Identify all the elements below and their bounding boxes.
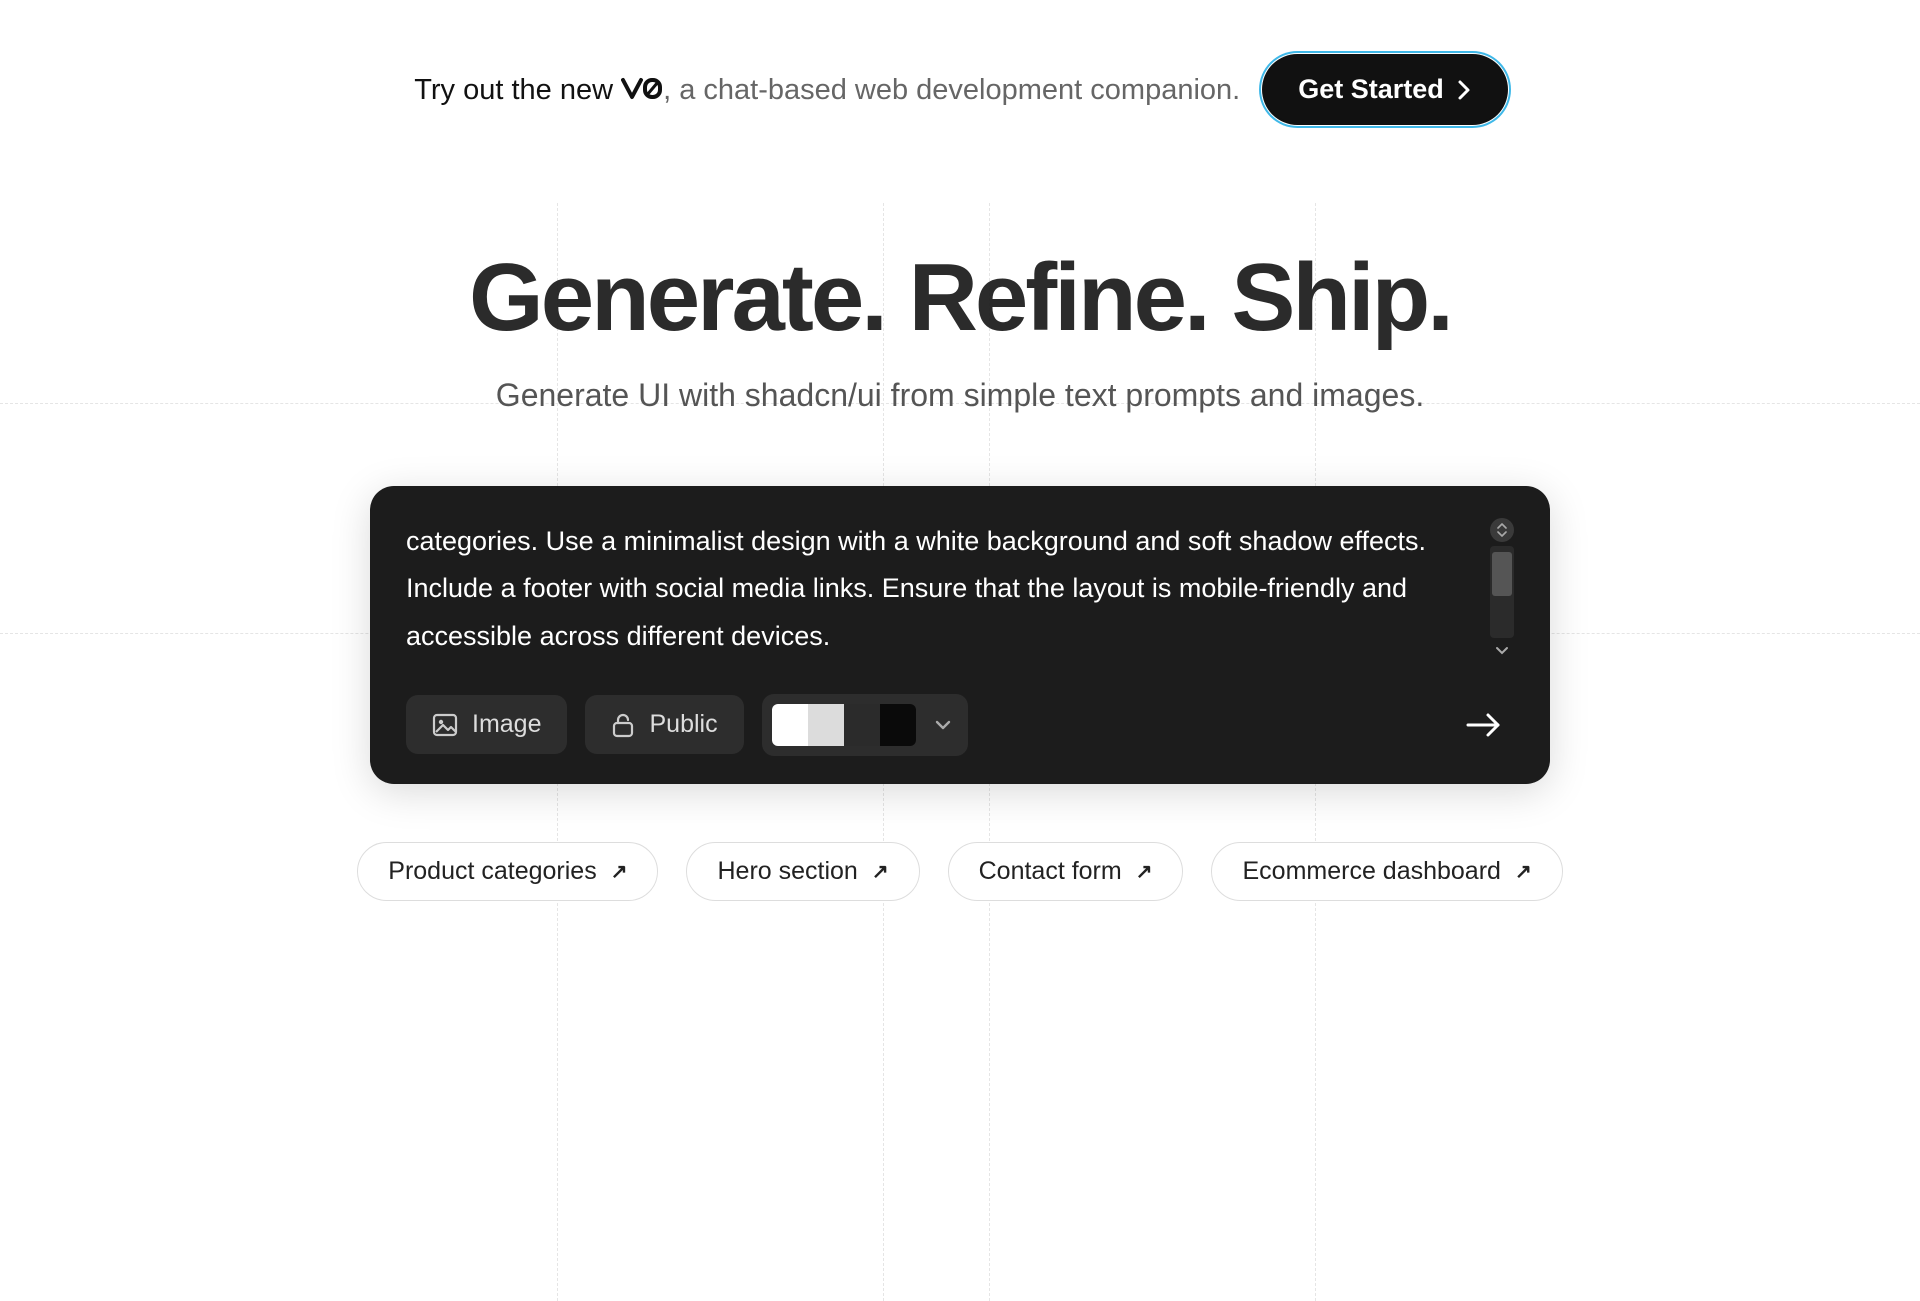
visibility-public-button[interactable]: Public — [585, 695, 743, 754]
get-started-button[interactable]: Get Started — [1264, 56, 1506, 123]
chip-product-categories[interactable]: Product categories ↗ — [357, 842, 658, 901]
chip-label: Product categories — [388, 857, 596, 886]
chevron-down-icon[interactable] — [1490, 642, 1514, 660]
prompt-panel: categories. Use a minimalist design with… — [370, 486, 1550, 784]
chip-label: Contact form — [979, 857, 1122, 886]
suggestion-chips: Product categories ↗ Hero section ↗ Cont… — [0, 842, 1920, 901]
hero-subtitle: Generate UI with shadcn/ui from simple t… — [0, 377, 1920, 414]
image-upload-button[interactable]: Image — [406, 695, 567, 754]
swatch-3 — [880, 704, 916, 746]
arrow-up-right-icon: ↗ — [1515, 859, 1532, 884]
chevron-right-icon — [1456, 79, 1472, 101]
v0-logo — [621, 76, 663, 102]
chevron-down-icon — [934, 719, 952, 731]
scroll-resize-icon[interactable] — [1490, 518, 1514, 542]
image-icon — [432, 712, 458, 738]
submit-button[interactable] — [1454, 701, 1514, 749]
swatch-1 — [808, 704, 844, 746]
chip-label: Ecommerce dashboard — [1242, 857, 1500, 886]
arrow-up-right-icon: ↗ — [1136, 859, 1153, 884]
palette-swatches — [772, 704, 916, 746]
scroll-thumb[interactable] — [1492, 552, 1512, 596]
chip-label: Hero section — [717, 857, 857, 886]
image-button-label: Image — [472, 710, 541, 739]
scroll-track[interactable] — [1490, 546, 1514, 638]
hero-title: Generate. Refine. Ship. — [0, 243, 1920, 353]
swatch-2 — [844, 704, 880, 746]
prompt-scrollbar[interactable] — [1490, 518, 1514, 660]
get-started-label: Get Started — [1298, 74, 1444, 105]
chip-contact-form[interactable]: Contact form ↗ — [948, 842, 1184, 901]
arrow-right-icon — [1464, 711, 1504, 739]
announcement-banner: Try out the new , a chat-based web devel… — [0, 0, 1920, 123]
arrow-up-right-icon: ↗ — [872, 859, 889, 884]
chip-ecommerce-dashboard[interactable]: Ecommerce dashboard ↗ — [1211, 842, 1562, 901]
banner-suffix: , a chat-based web development companion… — [663, 74, 1240, 106]
public-button-label: Public — [649, 710, 717, 739]
arrow-up-right-icon: ↗ — [611, 859, 628, 884]
chip-hero-section[interactable]: Hero section ↗ — [686, 842, 919, 901]
prompt-input[interactable]: categories. Use a minimalist design with… — [406, 518, 1466, 660]
banner-prefix: Try out the new — [414, 74, 621, 106]
unlock-icon — [611, 712, 635, 738]
announcement-text: Try out the new , a chat-based web devel… — [414, 73, 1240, 107]
swatch-0 — [772, 704, 808, 746]
theme-palette-button[interactable] — [762, 694, 968, 756]
